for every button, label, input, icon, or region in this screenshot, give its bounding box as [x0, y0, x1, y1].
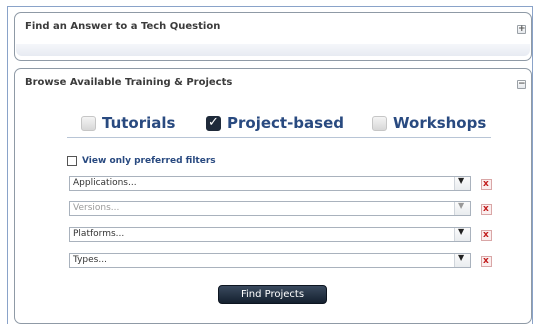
- tech-question-title: Find an Answer to a Tech Question: [25, 21, 221, 32]
- tech-question-panel: Find an Answer to a Tech Question +: [14, 12, 532, 61]
- tutorials-checkbox[interactable]: [81, 115, 96, 131]
- panel-footer-stripe: [16, 44, 530, 56]
- checkmark-icon: ✓: [208, 114, 219, 130]
- collapse-icon[interactable]: −: [517, 79, 526, 89]
- chevron-down-icon[interactable]: ▼: [454, 253, 470, 267]
- tab-project-based-label: Project-based: [227, 114, 344, 132]
- tab-tutorials-label: Tutorials: [102, 114, 176, 132]
- tabs-divider: [67, 137, 491, 138]
- preferred-filters-label: View only preferred filters: [82, 156, 216, 166]
- preferred-filters-checkbox[interactable]: [67, 156, 77, 166]
- clear-versions-icon[interactable]: x: [481, 204, 492, 215]
- clear-platforms-icon[interactable]: x: [481, 230, 492, 241]
- chevron-down-icon[interactable]: ▼: [454, 176, 470, 190]
- platforms-select[interactable]: Platforms... ▼: [69, 227, 471, 242]
- tab-workshops-label: Workshops: [393, 114, 487, 132]
- clear-types-icon[interactable]: x: [481, 256, 492, 267]
- find-projects-button[interactable]: Find Projects: [218, 285, 327, 304]
- chevron-down-icon[interactable]: ▼: [454, 227, 470, 241]
- tab-project-based[interactable]: ✓ Project-based: [206, 114, 344, 132]
- versions-select[interactable]: Versions... ▼: [69, 201, 471, 216]
- workshops-checkbox[interactable]: [372, 115, 387, 131]
- browse-training-panel: Browse Available Training & Projects − T…: [14, 68, 532, 324]
- chevron-down-icon[interactable]: ▼: [454, 201, 470, 215]
- clear-applications-icon[interactable]: x: [481, 179, 492, 190]
- tab-workshops[interactable]: Workshops: [372, 114, 486, 132]
- applications-select[interactable]: Applications... ▼: [69, 176, 471, 191]
- preferred-filters-toggle[interactable]: View only preferred filters: [67, 156, 216, 166]
- tab-tutorials[interactable]: Tutorials: [81, 114, 175, 132]
- project-based-checkbox[interactable]: ✓: [206, 114, 221, 131]
- expand-icon[interactable]: +: [517, 24, 526, 34]
- types-select[interactable]: Types... ▼: [69, 253, 471, 268]
- browse-training-title: Browse Available Training & Projects: [25, 77, 233, 88]
